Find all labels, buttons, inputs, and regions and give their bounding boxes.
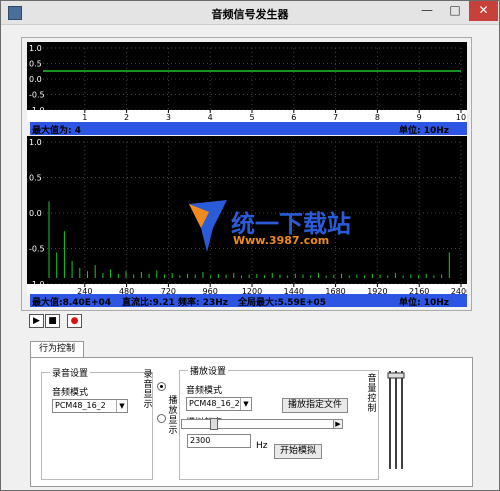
volume-label: 音量控制 bbox=[367, 374, 377, 414]
title-bar[interactable]: 音频信号发生器 — □ ✕ bbox=[1, 1, 499, 25]
play-settings-title: 播放设置 bbox=[188, 364, 229, 377]
record-mode-select[interactable]: PCM48_16_2 ▼ bbox=[52, 399, 128, 413]
y-tick-label: 1.0 bbox=[29, 138, 42, 147]
record-display-radio[interactable] bbox=[157, 382, 166, 391]
spectrum-unit: 单位: 10Hz bbox=[399, 298, 450, 308]
record-mode-label: 音频模式 bbox=[52, 388, 89, 398]
minimize-button[interactable]: — bbox=[413, 1, 441, 21]
start-sim-button[interactable]: 开始模拟 bbox=[274, 444, 322, 459]
x-axis-strip bbox=[27, 110, 467, 122]
slider-right-arrow[interactable]: ▶ bbox=[333, 419, 343, 429]
waveform-plot: 1.00.50.0-0.5-1.012345678910 bbox=[27, 42, 467, 122]
x-tick-label: 1 bbox=[82, 113, 87, 122]
sim-freq-slider[interactable] bbox=[181, 419, 343, 429]
stop-button[interactable]: ■ bbox=[45, 314, 60, 328]
x-tick-label: 9 bbox=[417, 113, 422, 122]
spectrum-status-bar: 最大值:8.40E+04 直流比:9.21 频率: 23Hz 全局最大:5.59… bbox=[30, 294, 467, 308]
waveform-unit: 单位: 10Hz bbox=[399, 126, 450, 136]
play-display-radio[interactable] bbox=[157, 414, 166, 423]
play-mode-label: 音频模式 bbox=[186, 386, 223, 396]
record-mode-value: PCM48_16_2 bbox=[55, 401, 106, 410]
chevron-down-icon: ▼ bbox=[116, 400, 127, 412]
x-tick-label: 6 bbox=[291, 113, 296, 122]
spectrum-max-value: 最大值:8.40E+04 bbox=[32, 298, 112, 308]
freq-unit-label: Hz bbox=[256, 441, 268, 451]
y-tick-label: 0.0 bbox=[29, 75, 42, 84]
y-tick-label: 0.0 bbox=[29, 209, 42, 218]
play-file-button[interactable]: 播放指定文件 bbox=[282, 398, 348, 413]
x-tick-label: 2 bbox=[124, 113, 129, 122]
x-tick-label: 5 bbox=[249, 113, 254, 122]
spectrum-frequency: 频率: 23Hz bbox=[178, 298, 229, 308]
volume-slider[interactable] bbox=[387, 371, 405, 469]
play-button[interactable]: ▶ bbox=[29, 314, 44, 328]
spectrum-global-max: 全局最大:5.59E+05 bbox=[238, 298, 327, 308]
watermark-logo: 统一下载站 Www.3987.com bbox=[187, 198, 377, 258]
play-mode-select[interactable]: PCM48_16_2 ▼ bbox=[186, 397, 252, 411]
play-display-label: 播放显示 bbox=[168, 396, 178, 436]
record-icon: ● bbox=[70, 316, 79, 326]
x-tick-label: 10 bbox=[456, 113, 466, 122]
waveform-max-value: 最大值为: 4 bbox=[32, 126, 81, 136]
record-settings-title: 录音设置 bbox=[50, 366, 91, 379]
close-button[interactable]: ✕ bbox=[469, 1, 498, 21]
app-window: 音频信号发生器 — □ ✕ 1.00.50.0-0.5-1.0123456789… bbox=[0, 0, 500, 491]
x-tick-label: 3 bbox=[166, 113, 171, 122]
watermark-icon bbox=[189, 200, 227, 252]
freq-input[interactable]: 2300 bbox=[187, 434, 251, 448]
record-settings-group: 录音设置 音频模式 PCM48_16_2 ▼ bbox=[41, 366, 153, 480]
sim-freq-slider-thumb[interactable] bbox=[210, 418, 218, 430]
chevron-down-icon: ▼ bbox=[240, 398, 251, 410]
y-tick-label: -0.5 bbox=[29, 245, 45, 254]
y-tick-label: 0.5 bbox=[29, 174, 42, 183]
y-tick-label: -0.5 bbox=[29, 91, 45, 100]
x-tick-label: 7 bbox=[333, 113, 338, 122]
record-display-label: 录音显示 bbox=[143, 370, 153, 410]
x-tick-label: 8 bbox=[375, 113, 380, 122]
record-button[interactable]: ● bbox=[67, 314, 82, 328]
play-mode-value: PCM48_16_2 bbox=[189, 399, 240, 408]
waveform-chart: 1.00.50.0-0.5-1.012345678910 bbox=[27, 44, 467, 122]
x-tick-label: 4 bbox=[208, 113, 213, 122]
maximize-button[interactable]: □ bbox=[441, 1, 469, 21]
y-tick-label: 1.0 bbox=[29, 44, 42, 53]
y-tick-label: 0.5 bbox=[29, 60, 42, 69]
spectrum-dc-ratio: 直流比:9.21 bbox=[122, 298, 175, 308]
waveform-status-bar: 最大值为: 4 单位: 10Hz bbox=[30, 122, 467, 136]
watermark-url: Www.3987.com bbox=[233, 234, 330, 247]
tab-behavior-control[interactable]: 行为控制 bbox=[30, 341, 84, 358]
